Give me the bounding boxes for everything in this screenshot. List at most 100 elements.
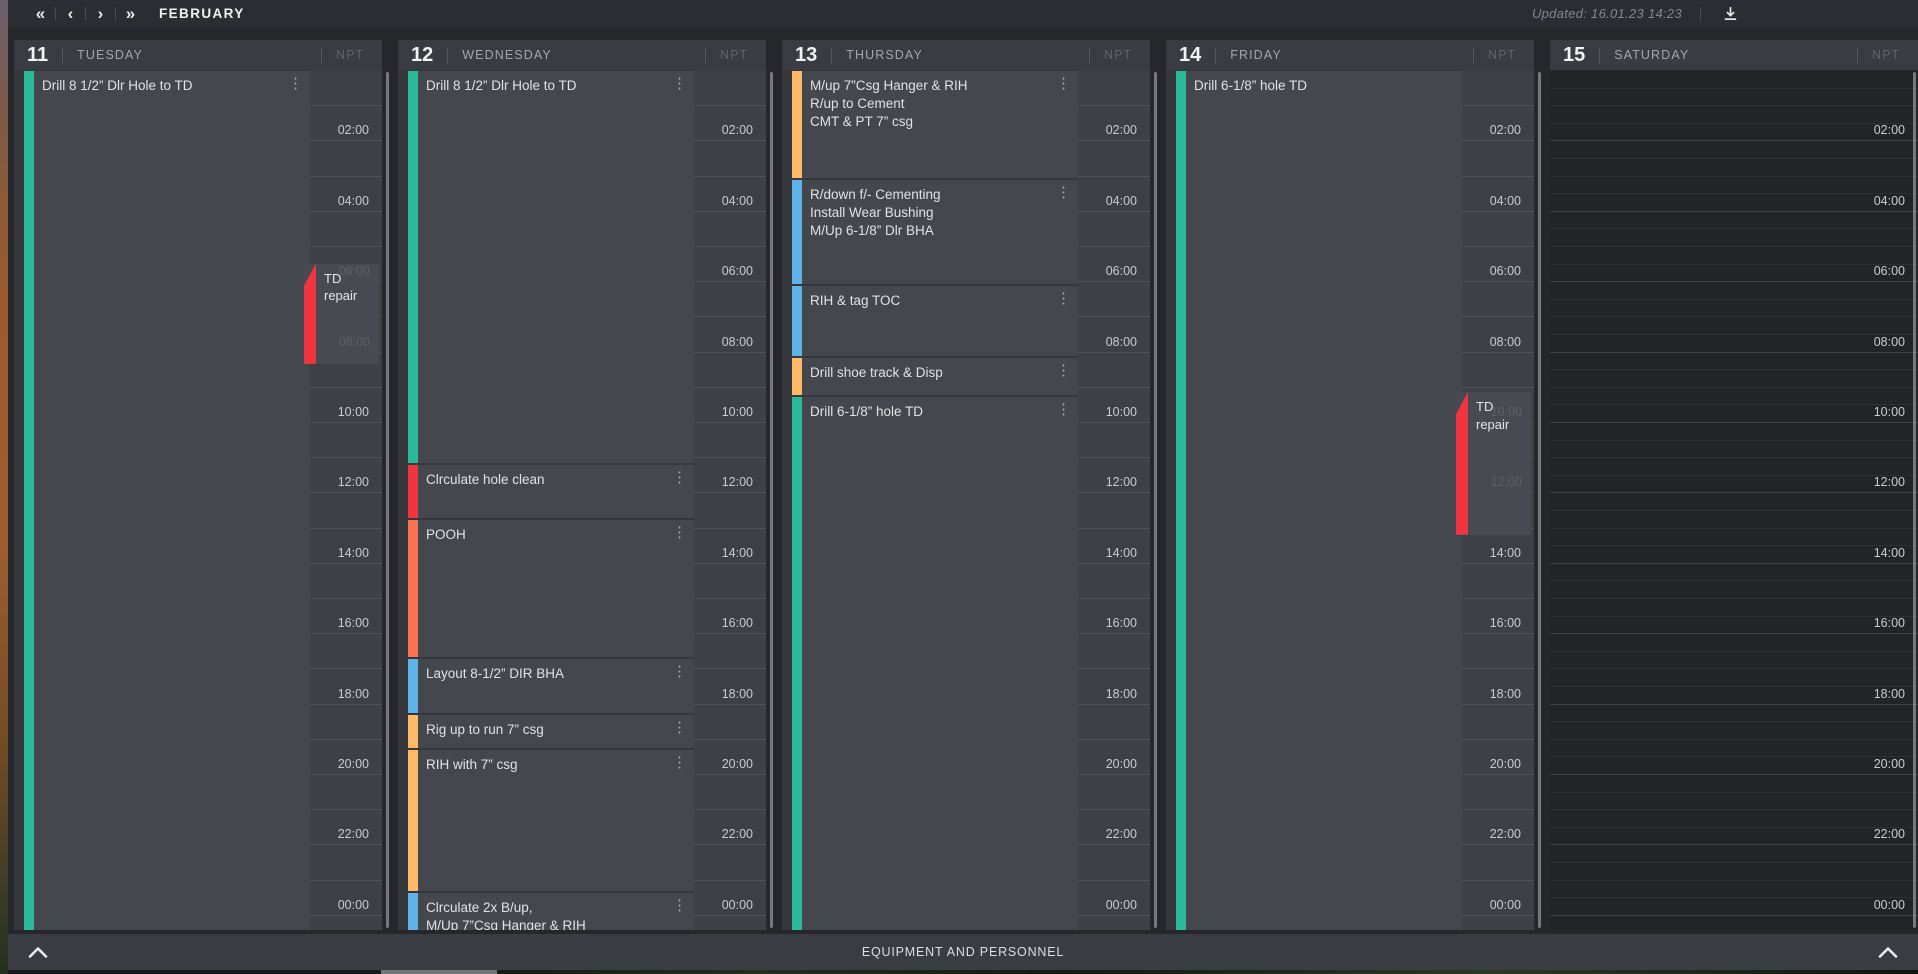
npt-event-card[interactable]: 06:0008:00TDrepair bbox=[304, 264, 379, 364]
gridline bbox=[694, 316, 766, 317]
app-window: « ‹ › » FEBRUARY Updated: 16.01.23 14:23… bbox=[0, 0, 1918, 974]
event-title-line: Drill shoe track & Disp bbox=[810, 364, 1054, 382]
event-title: Drill 8 1/2” Dlr Hole to TD bbox=[42, 77, 286, 95]
month-title: FEBRUARY bbox=[159, 6, 245, 21]
event-card[interactable]: Rig up to run 7” csg⋮ bbox=[408, 715, 694, 748]
gridline bbox=[1078, 563, 1150, 564]
event-title: Drill 8 1/2” Dlr Hole to TD bbox=[426, 77, 670, 95]
nav-jump-first-button[interactable]: « bbox=[26, 0, 55, 27]
event-menu-icon[interactable]: ⋮ bbox=[672, 76, 687, 91]
event-title-line: Drill 6-1/8” hole TD bbox=[1194, 77, 1438, 95]
time-label: 02:00 bbox=[1466, 123, 1521, 137]
download-button[interactable] bbox=[1717, 0, 1743, 27]
event-menu-icon[interactable]: ⋮ bbox=[288, 76, 303, 91]
column-scrollbar[interactable] bbox=[1154, 72, 1157, 928]
event-title-line: RIH & tag TOC bbox=[810, 292, 1054, 310]
event-card[interactable]: Drill 6-1/8” hole TD bbox=[1176, 71, 1462, 930]
event-card[interactable]: Layout 8-1/2” DIR BHA⋮ bbox=[408, 659, 694, 713]
event-menu-icon[interactable]: ⋮ bbox=[672, 720, 687, 735]
gridline bbox=[1550, 457, 1918, 458]
gridline bbox=[694, 809, 766, 810]
event-card[interactable]: Drill shoe track & Disp⋮ bbox=[792, 358, 1078, 395]
equipment-panel-bar[interactable]: EQUIPMENT AND PERSONNEL bbox=[8, 934, 1918, 970]
event-title: Drill 6-1/8” hole TD bbox=[810, 403, 1054, 421]
horizontal-scrollbar-thumb[interactable] bbox=[381, 970, 497, 974]
time-label: 20:00 bbox=[1850, 757, 1905, 771]
event-title-line: Drill 8 1/2” Dlr Hole to TD bbox=[426, 77, 670, 95]
time-label: 16:00 bbox=[314, 616, 369, 630]
event-card[interactable]: RIH with 7” csg⋮ bbox=[408, 750, 694, 891]
event-menu-icon[interactable]: ⋮ bbox=[672, 525, 687, 540]
event-card[interactable]: Drill 8 1/2” Dlr Hole to TD⋮ bbox=[408, 71, 694, 463]
event-title-line: TD bbox=[324, 270, 375, 288]
gridline bbox=[1550, 228, 1918, 229]
day-column-14: 14FRIDAYNPT02:0004:0006:0008:0010:0012:0… bbox=[1166, 40, 1534, 930]
event-card[interactable]: Clrculate 2x B/up,M/Up 7”Csg Hanger & RI… bbox=[408, 893, 694, 930]
event-card[interactable]: RIH & tag TOC⋮ bbox=[792, 286, 1078, 356]
event-card[interactable]: R/down f/- CementingInstall Wear Bushing… bbox=[792, 180, 1078, 284]
event-menu-icon[interactable]: ⋮ bbox=[1056, 76, 1071, 91]
gridline bbox=[1078, 352, 1150, 353]
column-scrollbar[interactable] bbox=[770, 72, 773, 928]
gridline bbox=[1078, 598, 1150, 599]
event-menu-icon[interactable]: ⋮ bbox=[1056, 402, 1071, 417]
event-menu-icon[interactable]: ⋮ bbox=[672, 898, 687, 913]
nav-next-button[interactable]: › bbox=[86, 0, 115, 27]
column-scrollbar[interactable] bbox=[1538, 72, 1541, 928]
time-label: 04:00 bbox=[314, 194, 369, 208]
event-title-line: repair bbox=[1476, 416, 1527, 434]
event-menu-icon[interactable]: ⋮ bbox=[1056, 363, 1071, 378]
expand-panel-left-button[interactable] bbox=[16, 934, 60, 970]
time-label: 22:00 bbox=[1850, 827, 1905, 841]
event-color-bar bbox=[408, 715, 418, 748]
gridline bbox=[1462, 281, 1534, 282]
gridline bbox=[1550, 880, 1918, 881]
time-label: 22:00 bbox=[698, 827, 753, 841]
divider bbox=[447, 48, 448, 63]
time-label: 02:00 bbox=[1850, 123, 1905, 137]
gridline bbox=[1462, 387, 1534, 388]
time-label: 12:00 bbox=[1850, 475, 1905, 489]
gridline bbox=[1550, 704, 1918, 705]
npt-event-card[interactable]: 10:0012:00TDrepair bbox=[1456, 392, 1531, 535]
gridline bbox=[1462, 739, 1534, 740]
nav-jump-last-button[interactable]: » bbox=[116, 0, 145, 27]
event-menu-icon[interactable]: ⋮ bbox=[672, 664, 687, 679]
gridline bbox=[694, 246, 766, 247]
gridline bbox=[1550, 563, 1918, 564]
column-scrollbar[interactable] bbox=[386, 72, 389, 928]
event-card[interactable]: M/up 7”Csg Hanger & RIHR/up to CementCMT… bbox=[792, 71, 1078, 178]
column-scrollbar[interactable] bbox=[1913, 72, 1916, 928]
time-label: 16:00 bbox=[698, 616, 753, 630]
gridline bbox=[694, 633, 766, 634]
event-card[interactable]: Drill 8 1/2” Dlr Hole to TD⋮ bbox=[24, 71, 310, 930]
nav-prev-button[interactable]: ‹ bbox=[56, 0, 85, 27]
event-color-bar bbox=[408, 520, 418, 657]
day-number: 13 bbox=[795, 44, 817, 67]
time-label: 00:00 bbox=[1082, 898, 1137, 912]
event-title-line: RIH with 7” csg bbox=[426, 756, 670, 774]
day-number: 11 bbox=[27, 44, 48, 67]
time-label: 18:00 bbox=[314, 687, 369, 701]
event-menu-icon[interactable]: ⋮ bbox=[1056, 185, 1071, 200]
gridline bbox=[1078, 880, 1150, 881]
event-title-line: M/Up 7”Csg Hanger & RIH bbox=[426, 917, 670, 930]
gridline bbox=[1078, 281, 1150, 282]
time-label: 00:00 bbox=[314, 898, 369, 912]
event-color-bar bbox=[408, 465, 418, 518]
gridline bbox=[1550, 88, 1918, 89]
event-title-line: M/up 7”Csg Hanger & RIH bbox=[810, 77, 1054, 95]
event-menu-icon[interactable]: ⋮ bbox=[672, 470, 687, 485]
time-label: 06:00 bbox=[1466, 264, 1521, 278]
gridline bbox=[1550, 651, 1918, 652]
divider bbox=[1089, 48, 1090, 63]
expand-panel-right-button[interactable] bbox=[1866, 934, 1910, 970]
event-color-bar bbox=[1176, 71, 1186, 930]
event-card[interactable]: POOH⋮ bbox=[408, 520, 694, 657]
event-menu-icon[interactable]: ⋮ bbox=[1056, 291, 1071, 306]
event-card[interactable]: Clrculate hole clean⋮ bbox=[408, 465, 694, 518]
gridline bbox=[310, 880, 382, 881]
event-card[interactable]: Drill 6-1/8” hole TD⋮ bbox=[792, 397, 1078, 930]
day-number: 14 bbox=[1179, 44, 1201, 67]
event-menu-icon[interactable]: ⋮ bbox=[672, 755, 687, 770]
